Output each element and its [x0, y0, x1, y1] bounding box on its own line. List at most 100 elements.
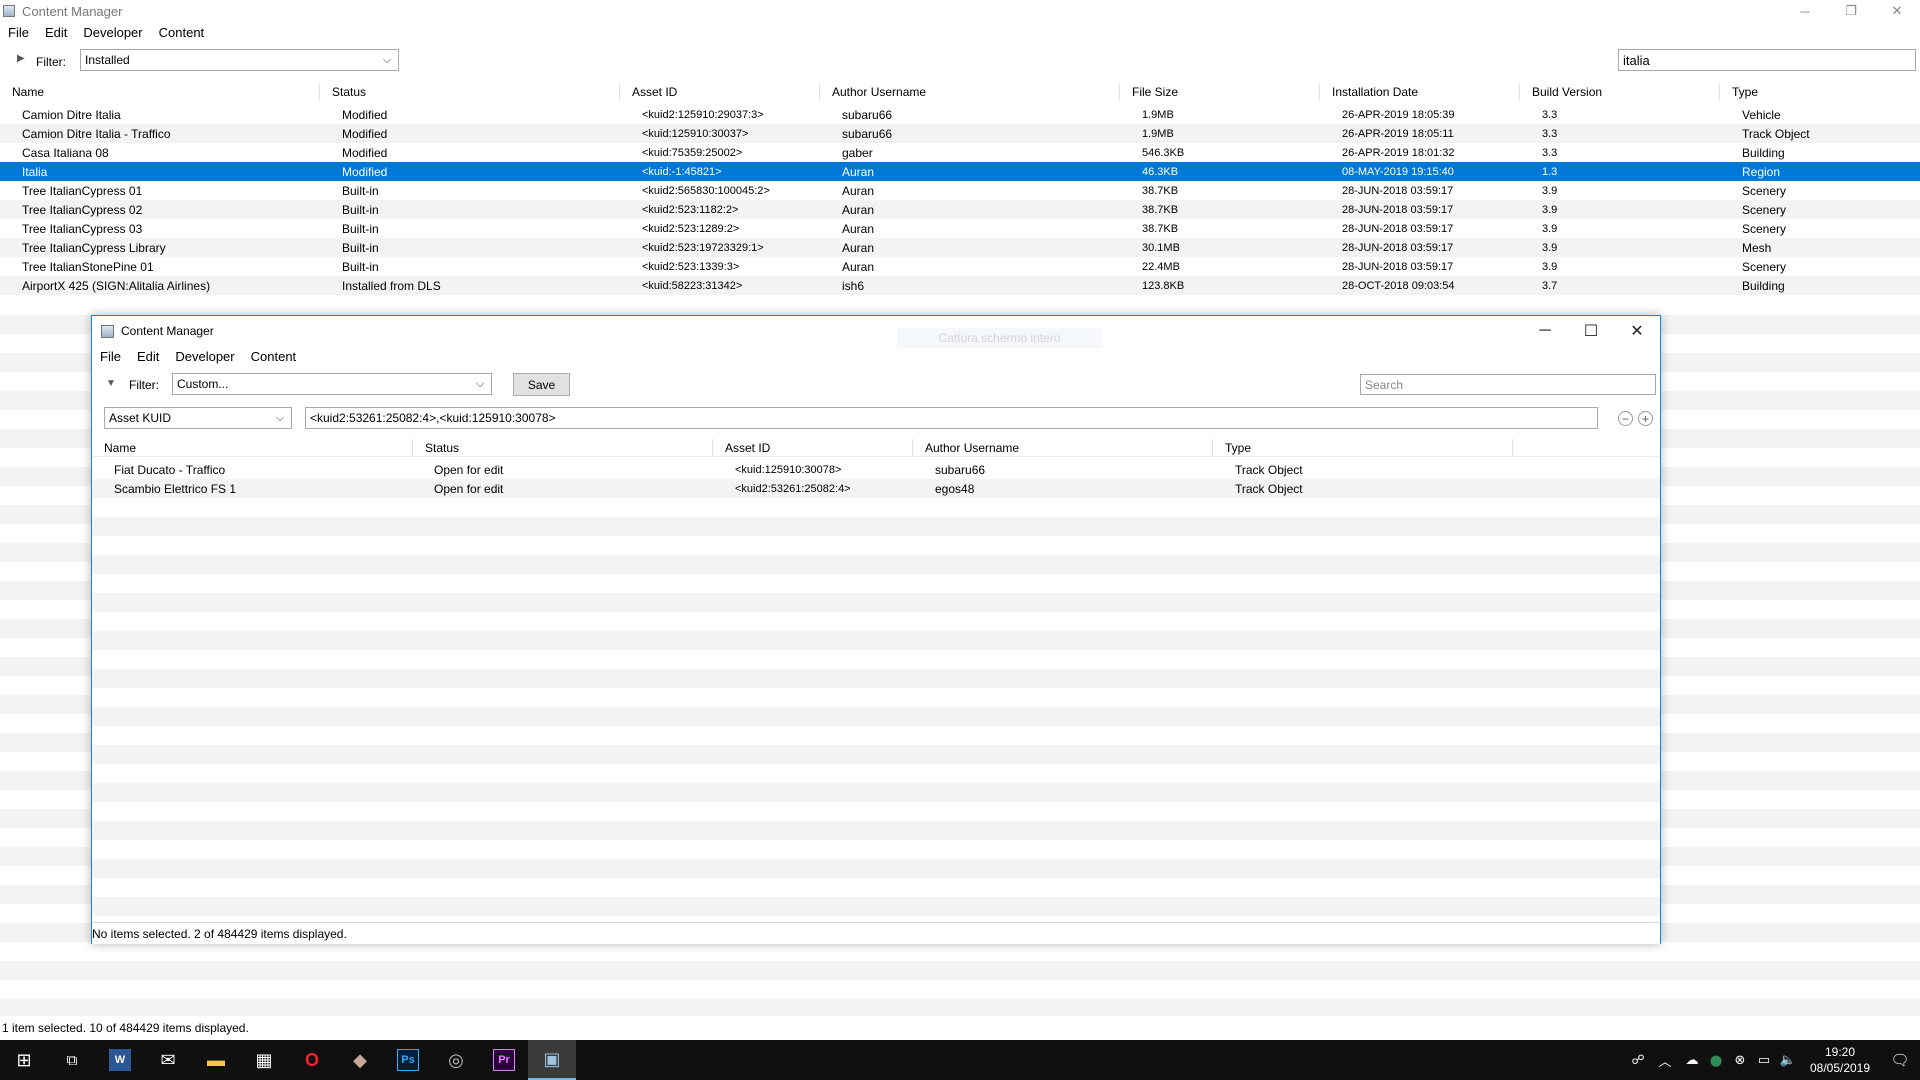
- row-status: Built-in: [342, 240, 379, 255]
- calculator-icon[interactable]: ▦: [240, 1040, 288, 1080]
- table-row[interactable]: Scambio Elettrico FS 1 Open for edit <ku…: [92, 479, 1660, 498]
- dialog-col-author[interactable]: Author Username: [913, 438, 1213, 457]
- row-build: 3.9: [1542, 260, 1558, 273]
- main-restore-button[interactable]: ❐: [1828, 0, 1874, 22]
- chevron-down-icon: ⌵: [275, 411, 285, 424]
- dialog-col-asset-id[interactable]: Asset ID: [713, 438, 913, 457]
- main-search-value: italia: [1623, 52, 1650, 68]
- dialog-filter-combo[interactable]: Custom... ⌵: [172, 373, 492, 395]
- notification-center-icon[interactable]: 🗨: [1880, 1051, 1920, 1069]
- main-col-install-date[interactable]: Installation Date: [1320, 83, 1520, 101]
- dialog-minimize-button[interactable]: ─: [1522, 316, 1568, 346]
- table-row[interactable]: Camion Ditre Italia Modified <kuid2:1259…: [0, 105, 1920, 124]
- windows-start-icon[interactable]: ⊞: [0, 1040, 48, 1080]
- filter-expand-icon[interactable]: ▶: [17, 53, 25, 64]
- remove-condition-button[interactable]: −: [1618, 411, 1633, 426]
- premiere-icon[interactable]: Pr: [480, 1040, 528, 1080]
- opera-icon[interactable]: O: [288, 1040, 336, 1080]
- main-menu-content[interactable]: Content: [151, 25, 213, 40]
- row-date: 28-JUN-2018 03:59:17: [1342, 260, 1454, 273]
- main-menu-developer[interactable]: Developer: [75, 25, 150, 40]
- table-row[interactable]: Camion Ditre Italia - Traffico Modified …: [0, 124, 1920, 143]
- table-row[interactable]: Tree ItalianCypress Library Built-in <ku…: [0, 238, 1920, 257]
- main-filter-combo[interactable]: Installed ⌵: [80, 49, 399, 71]
- row-status: Built-in: [342, 183, 379, 198]
- dialog-filter-value: Custom...: [177, 377, 229, 391]
- main-asset-list: Camion Ditre Italia Modified <kuid2:1259…: [0, 105, 1920, 295]
- dialog-col-name[interactable]: Name: [92, 438, 413, 457]
- main-minimize-button[interactable]: ─: [1782, 0, 1828, 22]
- row-type: Vehicle: [1742, 107, 1781, 122]
- explorer-glyph: ▬: [207, 1049, 225, 1070]
- main-col-asset-id[interactable]: Asset ID: [620, 83, 820, 101]
- main-col-type[interactable]: Type: [1720, 83, 1920, 101]
- table-row[interactable]: Tree ItalianCypress 03 Built-in <kuid2:5…: [0, 219, 1920, 238]
- main-menu-file[interactable]: File: [0, 25, 37, 40]
- row-build: 3.3: [1542, 127, 1558, 140]
- row-date: 26-APR-2019 18:05:39: [1342, 108, 1455, 121]
- word-icon[interactable]: W: [96, 1040, 144, 1080]
- dialog-menu-edit[interactable]: Edit: [129, 349, 167, 364]
- main-filter-bar: ▶ Filter: Installed ⌵ italia: [0, 46, 1920, 76]
- onedrive-icon[interactable]: ☁: [1680, 1052, 1704, 1068]
- table-row[interactable]: Tree ItalianStonePine 01 Built-in <kuid2…: [0, 257, 1920, 276]
- dialog-filter-collapse-icon[interactable]: ▼: [106, 378, 116, 389]
- main-close-button[interactable]: ✕: [1874, 0, 1920, 22]
- row-author: subaru66: [842, 126, 893, 141]
- dialog-menu-bar: File Edit Developer Content: [92, 346, 1660, 366]
- row-author: subaru66: [842, 107, 893, 122]
- task-view-icon[interactable]: ⧉: [48, 1040, 96, 1080]
- dialog-search-input[interactable]: Search: [1360, 374, 1656, 395]
- trainz-icon[interactable]: ▣: [528, 1040, 576, 1080]
- mail-icon[interactable]: ✉: [144, 1040, 192, 1080]
- app-circle-icon[interactable]: ◎: [432, 1040, 480, 1080]
- main-col-build-version[interactable]: Build Version: [1520, 83, 1720, 101]
- dialog-menu-file[interactable]: File: [92, 349, 129, 364]
- add-condition-button[interactable]: +: [1638, 411, 1653, 426]
- people-icon[interactable]: ☍: [1626, 1052, 1650, 1068]
- show-hidden-icons-icon[interactable]: ︿: [1650, 1051, 1680, 1070]
- mail-glyph: ✉: [160, 1049, 176, 1070]
- row-type: Scenery: [1742, 221, 1787, 236]
- dialog-menu-developer[interactable]: Developer: [167, 349, 242, 364]
- table-row[interactable]: Tree ItalianCypress 01 Built-in <kuid2:5…: [0, 181, 1920, 200]
- volume-icon[interactable]: 🔈: [1776, 1052, 1800, 1068]
- table-row[interactable]: Tree ItalianCypress 02 Built-in <kuid2:5…: [0, 200, 1920, 219]
- dialog-maximize-button[interactable]: ☐: [1568, 316, 1614, 346]
- dialog-menu-content[interactable]: Content: [243, 349, 305, 364]
- dialog-col-status[interactable]: Status: [413, 438, 713, 457]
- photoshop-icon[interactable]: Ps: [384, 1040, 432, 1080]
- tray-app-icon[interactable]: ⬤: [1704, 1054, 1728, 1067]
- row-build: 3.3: [1542, 108, 1558, 121]
- field-selector-combo[interactable]: Asset KUID ⌵: [104, 407, 292, 429]
- main-menu-edit[interactable]: Edit: [37, 25, 75, 40]
- row-type: Track Object: [1235, 481, 1303, 496]
- fish-app-icon[interactable]: ◆: [336, 1040, 384, 1080]
- row-author: Auran: [842, 221, 875, 236]
- dialog-title-bar: Content Manager ─ ☐ ✕: [92, 316, 1660, 346]
- dialog-col-type[interactable]: Type: [1213, 438, 1513, 457]
- kuid-query-input[interactable]: <kuid2:53261:25082:4>,<kuid:125910:30078…: [305, 407, 1598, 429]
- dialog-close-button[interactable]: ✕: [1614, 316, 1660, 346]
- row-name: Camion Ditre Italia: [22, 107, 121, 122]
- main-col-author[interactable]: Author Username: [820, 83, 1120, 101]
- save-button[interactable]: Save: [513, 373, 570, 396]
- windows-taskbar: ⊞ ⧉ W ✉ ▬ ▦ O ◆ Ps ◎ Pr ▣ ☍ ︿ ☁ ⬤ ⊗ ▭ 🔈 …: [0, 1040, 1920, 1080]
- photoshop-glyph: Ps: [397, 1049, 419, 1071]
- table-row[interactable]: Casa Italiana 08 Modified <kuid:75359:25…: [0, 143, 1920, 162]
- row-status: Built-in: [342, 202, 379, 217]
- main-col-status[interactable]: Status: [320, 83, 620, 101]
- main-col-file-size[interactable]: File Size: [1120, 83, 1320, 101]
- tray-app-2-icon[interactable]: ⊗: [1728, 1052, 1752, 1068]
- explorer-icon[interactable]: ▬: [192, 1040, 240, 1080]
- main-col-name[interactable]: Name: [0, 83, 320, 101]
- table-row[interactable]: AirportX 425 (SIGN:Alitalia Airlines) In…: [0, 276, 1920, 295]
- network-icon[interactable]: ▭: [1752, 1052, 1776, 1068]
- table-row[interactable]: Fiat Ducato - Traffico Open for edit <ku…: [92, 460, 1660, 479]
- main-search-input[interactable]: italia: [1618, 49, 1916, 71]
- row-date: 28-JUN-2018 03:59:17: [1342, 241, 1454, 254]
- table-row-selected[interactable]: Italia Modified <kuid:-1:45821> Auran 46…: [0, 162, 1920, 181]
- taskbar-clock[interactable]: 19:20 08/05/2019: [1800, 1044, 1880, 1076]
- row-status: Built-in: [342, 259, 379, 274]
- row-date: 08-MAY-2019 19:15:40: [1342, 165, 1454, 178]
